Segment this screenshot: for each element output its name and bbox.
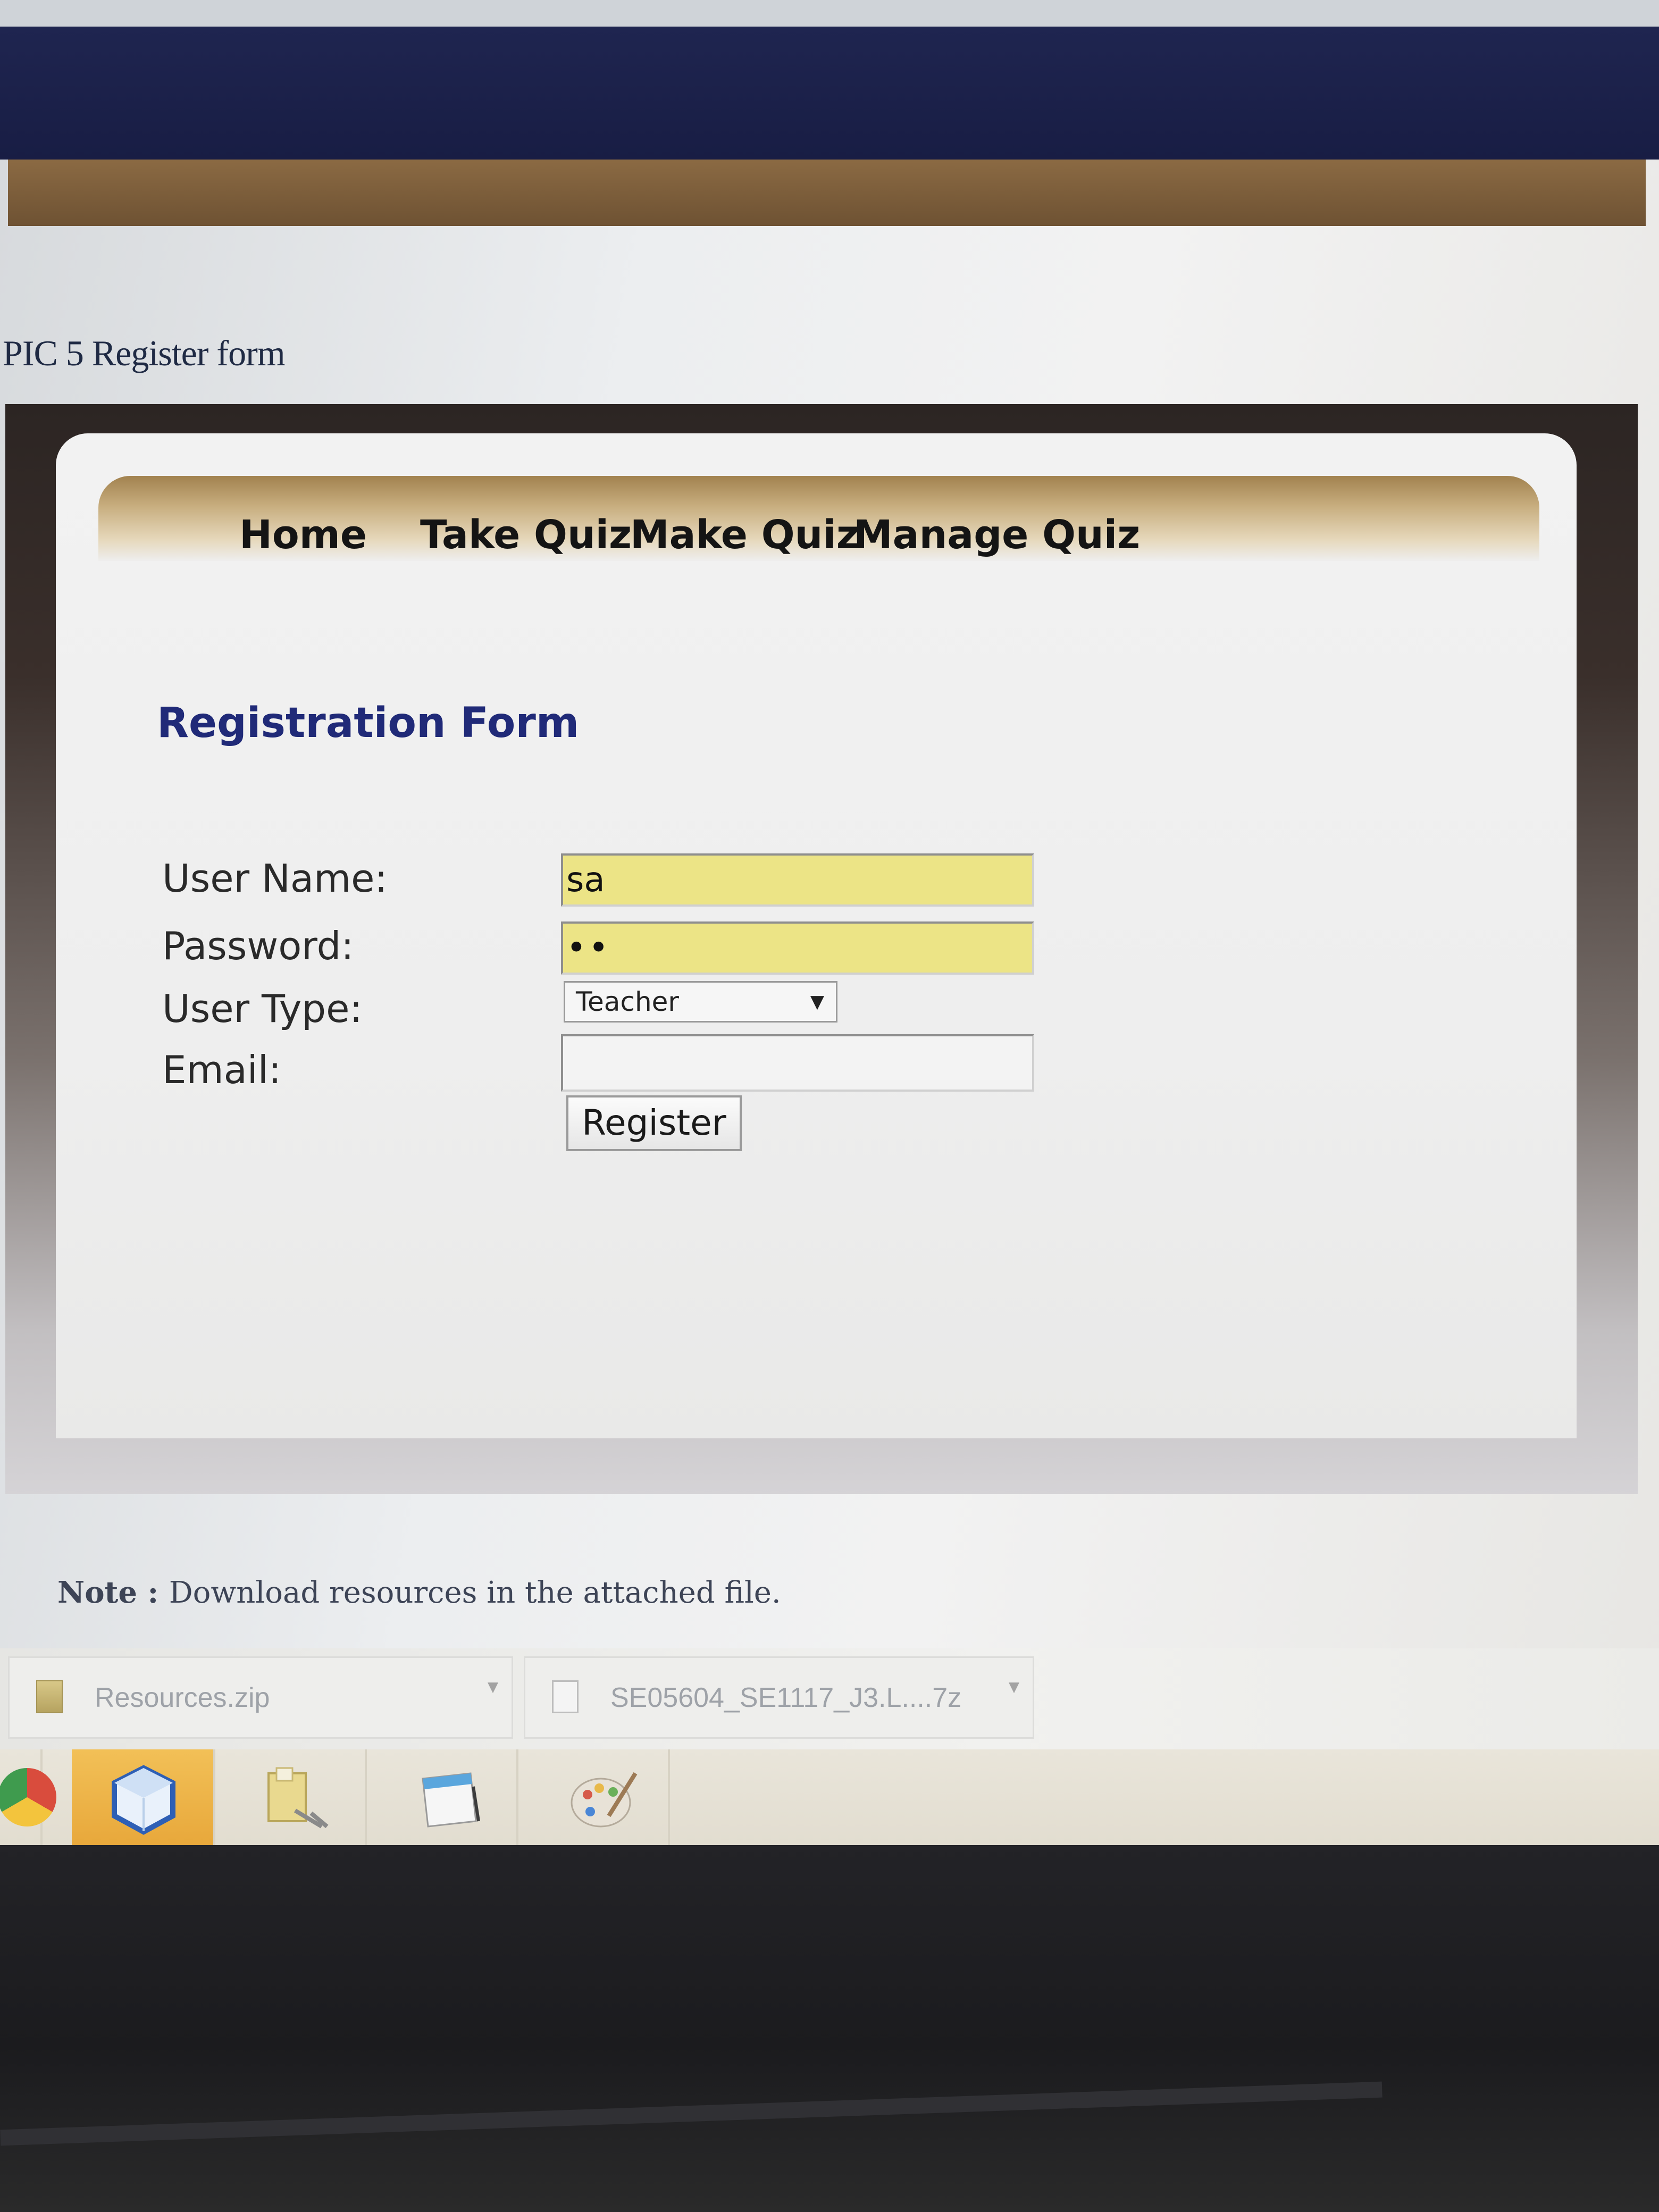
note-prefix: Note :: [57, 1575, 169, 1610]
taskbar-button-chrome[interactable]: [0, 1749, 56, 1845]
nav-item-manage-quiz[interactable]: Manage Quiz: [853, 512, 1140, 558]
zip-file-icon: [36, 1680, 63, 1713]
nav-item-make-quiz[interactable]: Make Quiz: [630, 512, 859, 558]
chevron-down-icon[interactable]: ▼: [1009, 1679, 1019, 1695]
monitor-screen: PIC 5 Register form Home Take Quiz Make …: [0, 0, 1659, 1845]
taskbar-button-explorer[interactable]: [223, 1749, 367, 1845]
download-item-resources[interactable]: Resources.zip ▼: [8, 1656, 513, 1739]
chrome-icon: [0, 1768, 56, 1826]
app-panel: Home Take Quiz Make Quiz Manage Quiz Reg…: [56, 433, 1577, 1438]
email-label: Email:: [162, 1048, 282, 1092]
password-input[interactable]: ••: [561, 921, 1034, 975]
user-type-select[interactable]: Teacher ▼: [564, 981, 837, 1023]
register-button[interactable]: Register: [566, 1095, 742, 1151]
notepad-icon: [422, 1772, 480, 1828]
cube-icon: [112, 1765, 175, 1835]
nav-item-take-quiz[interactable]: Take Quiz: [420, 512, 632, 558]
header-banner-brown: [8, 160, 1646, 226]
download-bar: Resources.zip ▼ SE05604_SE1117_J3.L....7…: [0, 1648, 1659, 1749]
monitor-bezel: [0, 1845, 1659, 2212]
download-filename: Resources.zip: [95, 1682, 270, 1713]
nav-item-home[interactable]: Home: [239, 512, 367, 558]
user-type-label: User Type:: [162, 986, 363, 1031]
note-body: Download resources in the attached file.: [169, 1576, 781, 1610]
taskbar-button-paint[interactable]: [526, 1749, 670, 1845]
taskbar-button-cube[interactable]: [72, 1749, 215, 1845]
file-icon: [552, 1680, 579, 1713]
user-type-selected-value: Teacher: [576, 986, 679, 1017]
embedded-screenshot-frame: Home Take Quiz Make Quiz Manage Quiz Reg…: [5, 404, 1638, 1494]
note-text: Note : Download resources in the attache…: [57, 1575, 781, 1610]
document-caption: PIC 5 Register form: [3, 333, 286, 373]
email-input[interactable]: [561, 1034, 1034, 1092]
username-input[interactable]: sa: [561, 853, 1034, 907]
page-top-strip: [0, 0, 1659, 27]
header-banner-blue: [0, 27, 1659, 160]
nav-bar: Home Take Quiz Make Quiz Manage Quiz: [98, 476, 1539, 561]
password-label: Password:: [162, 924, 354, 968]
taskbar-button-notepad[interactable]: [375, 1749, 518, 1845]
taskbar: [0, 1749, 1659, 1845]
folder-icon: [267, 1767, 329, 1829]
chevron-down-icon[interactable]: ▼: [488, 1679, 498, 1695]
form-title: Registration Form: [157, 699, 580, 747]
download-filename: SE05604_SE1117_J3.L....7z: [610, 1682, 962, 1713]
username-label: User Name:: [162, 856, 388, 901]
paint-palette-icon: [571, 1772, 638, 1828]
dropdown-arrow-icon: ▼: [810, 991, 824, 1012]
download-item-archive[interactable]: SE05604_SE1117_J3.L....7z ▼: [524, 1656, 1034, 1739]
